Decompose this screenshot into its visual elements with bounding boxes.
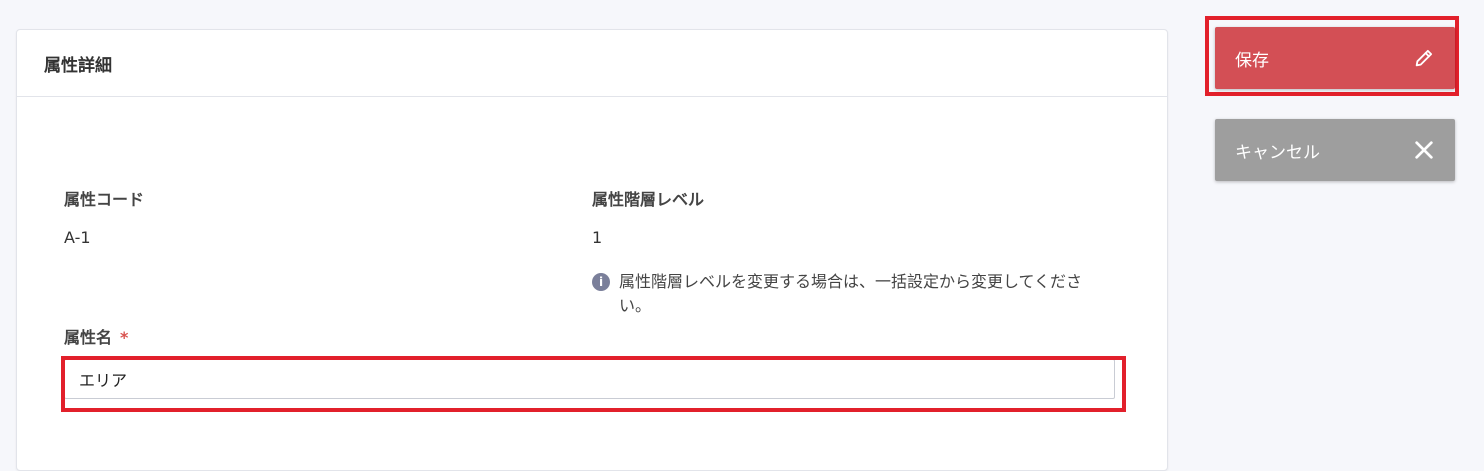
info-icon: i (592, 273, 610, 291)
save-button-label: 保存 (1235, 50, 1269, 71)
cancel-button-label: キャンセル (1235, 142, 1320, 163)
save-button[interactable]: 保存 (1215, 27, 1455, 89)
level-change-note-text: 属性階層レベルを変更する場合は、一括設定から変更してください。 (619, 272, 1083, 315)
attribute-level-label: 属性階層レベル (592, 190, 705, 209)
attribute-name-input[interactable] (64, 359, 1115, 399)
attribute-detail-card: 属性詳細 属性コード A-1 属性階層レベル 1 i 属性階層レベルを変更する場… (16, 29, 1168, 471)
card-header: 属性詳細 (17, 30, 1167, 97)
pencil-icon (1413, 47, 1435, 69)
attribute-code-value: A-1 (64, 228, 91, 247)
close-icon (1413, 139, 1435, 161)
cancel-button[interactable]: キャンセル (1215, 119, 1455, 181)
attribute-code-label: 属性コード (64, 190, 145, 209)
card-title: 属性詳細 (44, 55, 112, 76)
attribute-name-label: 属性名 * (64, 324, 128, 348)
attribute-level-value: 1 (592, 228, 603, 247)
required-mark: * (120, 328, 129, 347)
attribute-name-label-text: 属性名 (64, 328, 113, 347)
level-change-note: i 属性階層レベルを変更する場合は、一括設定から変更してください。 (592, 270, 1112, 318)
